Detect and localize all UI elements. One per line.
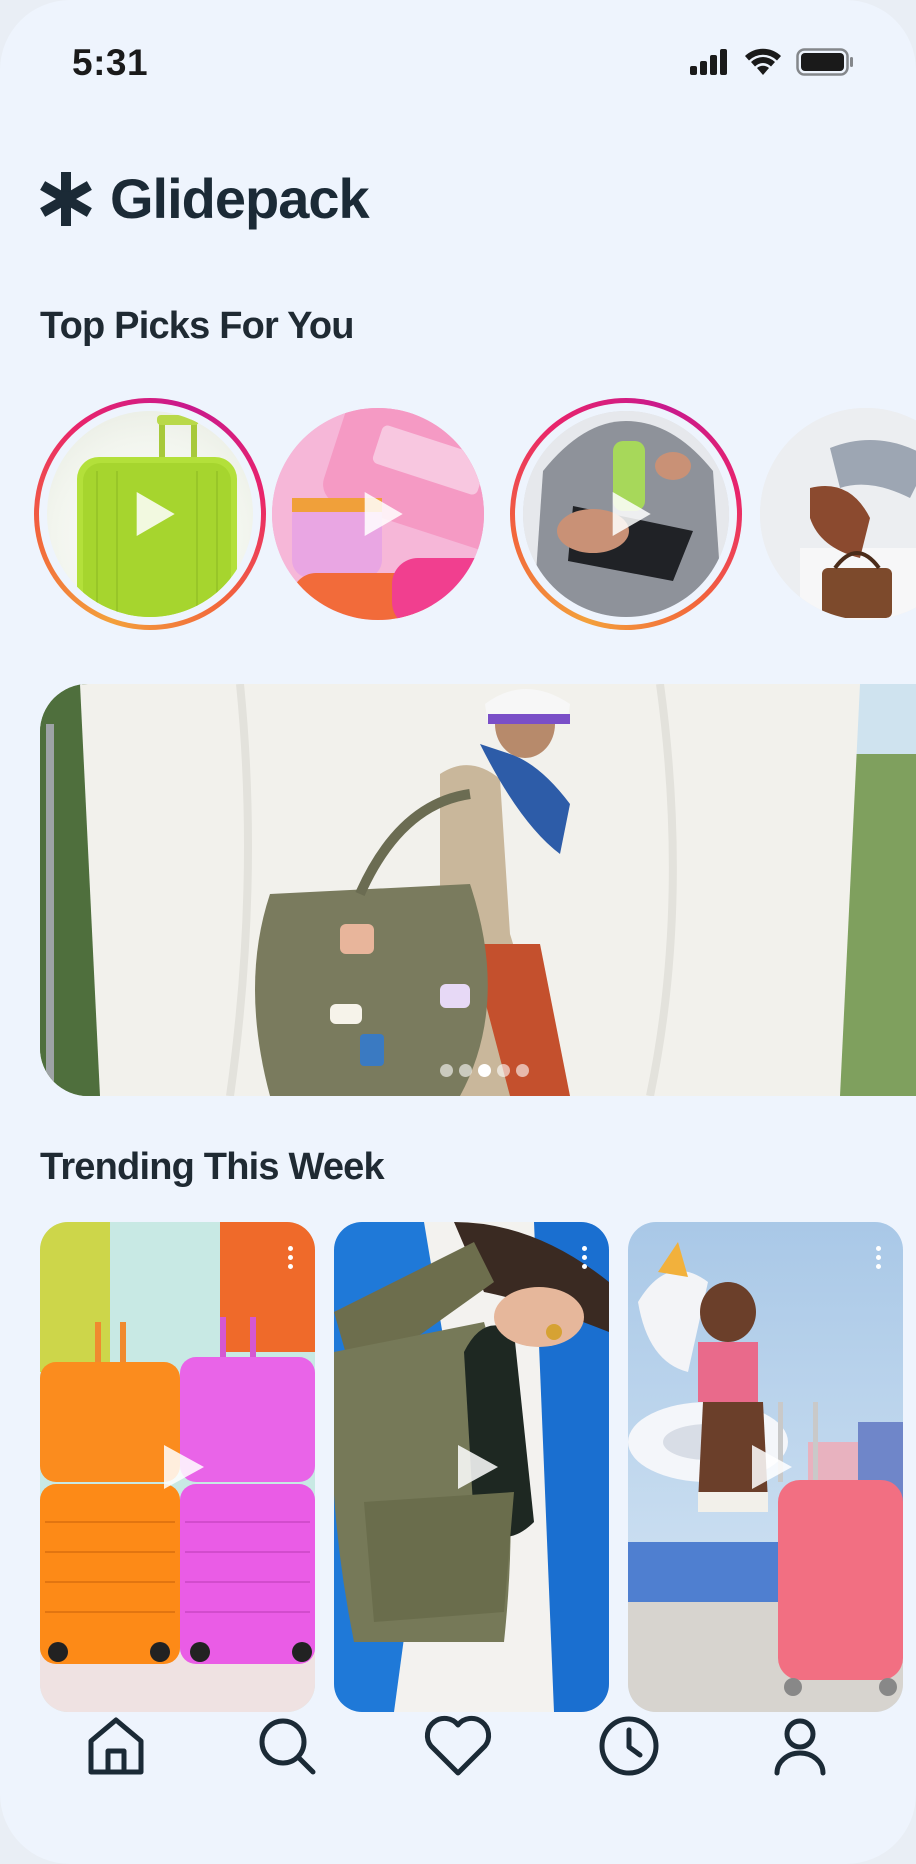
cellular-signal-icon [690, 49, 727, 75]
trending-card[interactable] [628, 1222, 903, 1712]
stories-row [0, 398, 916, 638]
story-item[interactable] [262, 398, 494, 630]
asterisk-logo-icon [40, 171, 92, 226]
status-time: 5:31 [72, 42, 149, 83]
more-options-icon[interactable] [582, 1246, 587, 1269]
app-screen: 5:31 Glidepack Top Picks For You Trendin… [0, 0, 916, 1864]
play-icon [751, 1445, 792, 1489]
play-icon [163, 1445, 204, 1489]
heart-icon [424, 1715, 492, 1776]
search-icon [259, 1718, 316, 1775]
carousel-indicator [440, 1064, 529, 1077]
home-icon [88, 1717, 144, 1775]
nav-history[interactable] [589, 1706, 669, 1786]
hero-image [40, 684, 916, 1096]
trending-cards [40, 1222, 916, 1712]
trending-card[interactable] [334, 1222, 609, 1712]
battery-icon [796, 48, 853, 76]
bottom-navigation [0, 1714, 916, 1864]
app-name: Glidepack [110, 167, 370, 230]
carousel-dot[interactable] [440, 1064, 453, 1077]
play-icon [457, 1445, 498, 1489]
more-options-icon[interactable] [876, 1246, 881, 1269]
carousel-dot[interactable] [516, 1064, 529, 1077]
nav-search[interactable] [247, 1706, 327, 1786]
play-icon [364, 492, 403, 536]
story-item[interactable] [34, 398, 266, 630]
nav-favorites[interactable] [418, 1706, 498, 1786]
status-bar: 5:31 [0, 40, 916, 90]
hero-banner[interactable] [40, 684, 916, 1096]
wifi-icon [745, 48, 781, 75]
carousel-dot[interactable] [459, 1064, 472, 1077]
trending-title: Trending This Week [40, 1146, 385, 1188]
top-picks-title: Top Picks For You [40, 305, 354, 347]
play-icon [136, 492, 175, 536]
status-icons [690, 48, 854, 76]
nav-profile[interactable] [760, 1706, 840, 1786]
carousel-dot[interactable] [497, 1064, 510, 1077]
trending-card[interactable] [40, 1222, 315, 1712]
carousel-dot-active[interactable] [478, 1064, 491, 1077]
story-item[interactable] [510, 398, 742, 630]
seated-person-thumbnail [760, 408, 916, 620]
nav-home[interactable] [76, 1706, 156, 1786]
profile-icon [774, 1718, 826, 1776]
app-header: Glidepack [38, 166, 370, 231]
play-icon [612, 492, 651, 536]
clock-icon [599, 1716, 659, 1776]
more-options-icon[interactable] [288, 1246, 293, 1269]
story-item[interactable] [750, 398, 916, 630]
